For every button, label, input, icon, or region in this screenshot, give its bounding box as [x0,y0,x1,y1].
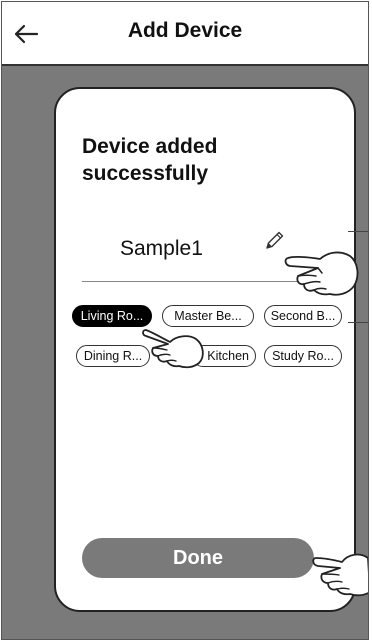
done-button[interactable]: Done [82,538,314,578]
pointing-hand-icon [312,553,368,597]
room-chip-dining-room[interactable]: Dining R... [76,345,150,367]
room-chip-living-room[interactable]: Living Ro... [72,305,152,327]
pointing-hand-icon [142,329,204,369]
success-heading: Device added successfully [82,135,218,186]
room-chip-study-room[interactable]: Study Ro... [264,345,342,367]
room-chip-second-bedroom[interactable]: Second B... [264,305,342,327]
top-bar: Add Device [2,2,368,66]
callout-line-room [348,322,368,323]
page-title: Add Device [127,19,243,42]
pointing-hand-icon [284,251,359,296]
app-frame: Add Device Device added successfully Sam… [1,1,369,640]
room-chip-master-bedroom[interactable]: Master Be... [162,305,254,327]
callout-line-name [348,231,368,232]
device-name: Sample1 [120,237,203,260]
pencil-icon[interactable] [264,229,286,251]
